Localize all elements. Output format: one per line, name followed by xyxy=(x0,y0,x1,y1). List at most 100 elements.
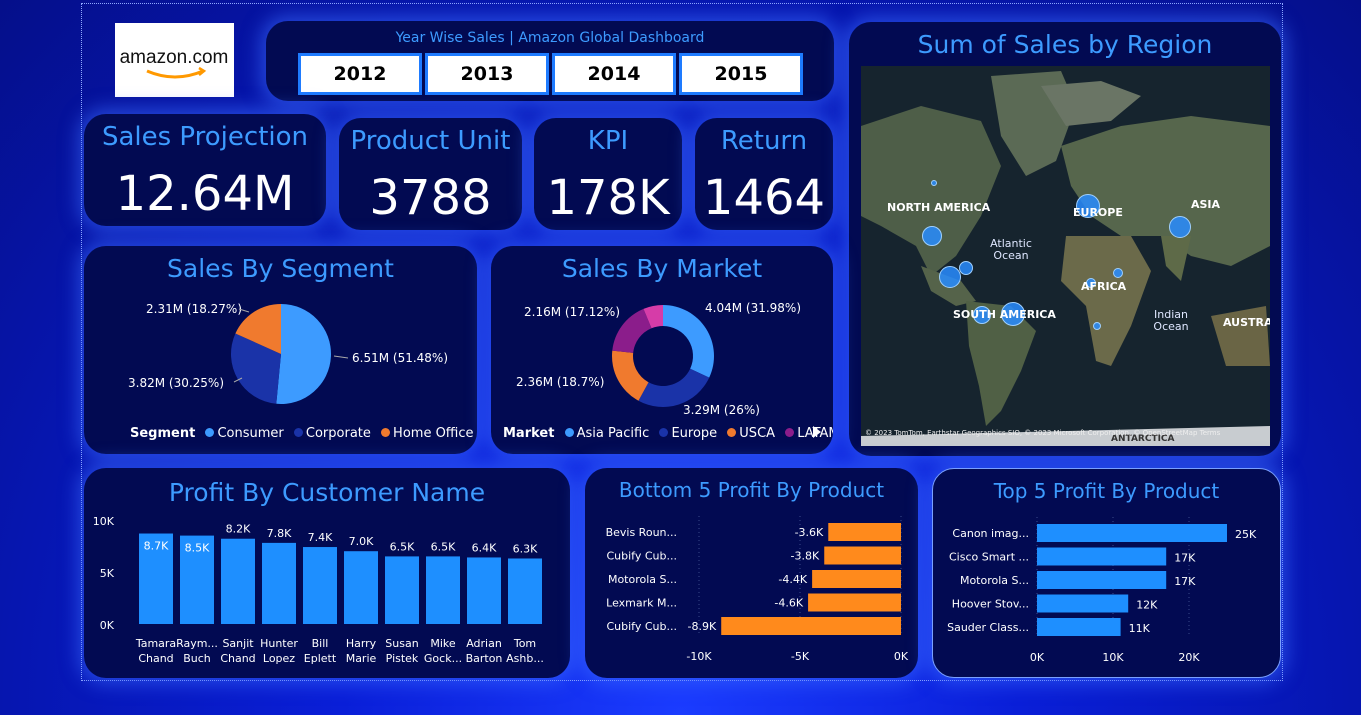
x-tick-label: Ashb... xyxy=(506,652,544,665)
donut-data-label: 3.29M (26%) xyxy=(683,403,760,417)
bar[interactable] xyxy=(1037,571,1167,589)
bar[interactable] xyxy=(1037,524,1227,542)
bar-data-label: 12K xyxy=(1136,599,1158,612)
ocean-label-indian: Indian Ocean xyxy=(1153,308,1189,333)
map-label-africa: AFRICA xyxy=(1081,280,1127,293)
bottom5-bar-chart[interactable]: -10K -5K 0K -3.6K Bevis Roun... -3.8K Cubify C… xyxy=(585,468,918,678)
y-tick-label: Lexmark M... xyxy=(606,597,677,610)
bar[interactable] xyxy=(828,523,901,541)
y-tick-label: Sauder Class... xyxy=(947,621,1029,634)
map-label-australia: AUSTRAL xyxy=(1223,316,1270,329)
region-bubble[interactable] xyxy=(959,261,973,275)
donut-data-label: 2.16M (17.12%) xyxy=(524,305,620,319)
x-tick-label: Sanjit xyxy=(222,637,254,650)
bar[interactable] xyxy=(262,542,296,624)
customer-chart-card: Profit By Customer Name 10K 5K 0K 8.7K Tamar… xyxy=(84,468,570,678)
map-label-south-america: SOUTH AMERICA xyxy=(953,308,1056,321)
pie-data-label: 2.31M (18.27%) xyxy=(146,302,242,316)
bar-data-label: -8.9K xyxy=(688,620,717,633)
donut-data-label: 2.36M (18.7%) xyxy=(516,375,604,389)
region-bubble[interactable] xyxy=(1093,322,1101,330)
bar-data-label: 11K xyxy=(1129,622,1151,635)
top5-bar-chart[interactable]: 0K 10K 20K 25K Canon imag... 17K Cisco Smart .… xyxy=(933,469,1281,678)
kpi-card-product-unit: Product Unit 3788 xyxy=(339,118,522,230)
world-map[interactable]: NORTH AMERICA EUROPE ASIA AFRICA SOUTH A… xyxy=(861,66,1270,446)
donut-slice[interactable] xyxy=(663,305,714,378)
top5-chart-card: Top 5 Profit By Product 0K 10K 20K 25K Canon… xyxy=(932,468,1281,678)
bar[interactable] xyxy=(508,558,542,624)
y-tick-label: Cubify Cub... xyxy=(606,620,677,633)
region-bubble[interactable] xyxy=(931,180,937,186)
x-tick-label: 10K xyxy=(1102,651,1124,664)
donut-slice[interactable] xyxy=(638,368,710,407)
year-button-2014[interactable]: 2014 xyxy=(552,53,676,95)
bar[interactable] xyxy=(808,593,901,612)
bottom5-chart-card: Bottom 5 Profit By Product -10K -5K 0K -3.6… xyxy=(585,468,918,678)
bar-data-label: 6.5K xyxy=(390,540,415,553)
bar-data-label: 6.3K xyxy=(513,542,538,555)
x-tick-label: -10K xyxy=(686,650,712,663)
region-bubble[interactable] xyxy=(939,266,961,288)
segment-legend-title: Segment xyxy=(130,426,196,441)
x-tick-label: Buch xyxy=(183,652,211,665)
legend-home-office[interactable]: Home Office xyxy=(393,426,473,441)
bar[interactable] xyxy=(303,547,337,624)
kpi-card-return: Return 1464 xyxy=(695,118,833,230)
bar-data-label: -3.6K xyxy=(795,526,824,539)
map-card: Sum of Sales by Region NORTH AMERICA EUR… xyxy=(849,22,1281,456)
y-tick-label: Motorola S... xyxy=(608,573,677,586)
customer-bar-chart[interactable]: 10K 5K 0K 8.7K Tamara Chand 8.5K Raym... Buch 8.2… xyxy=(84,468,570,678)
x-tick-label: 20K xyxy=(1178,651,1200,664)
bar[interactable] xyxy=(1037,594,1129,613)
x-tick-label: 0K xyxy=(894,650,909,663)
region-bubble[interactable] xyxy=(1113,268,1123,278)
bar-data-label: 17K xyxy=(1174,575,1196,588)
kpi-value: 178K xyxy=(546,170,670,226)
segment-pie[interactable]: 6.51M (51.48%) 3.82M (30.25%) 2.31M (18.27… xyxy=(84,246,477,454)
bar[interactable] xyxy=(221,538,255,624)
region-bubble[interactable] xyxy=(922,226,942,246)
logo-text: amazon.com xyxy=(120,47,229,68)
y-tick-label: Cubify Cub... xyxy=(606,550,677,563)
bar[interactable] xyxy=(344,551,378,624)
bar-data-label: 8.5K xyxy=(185,542,210,555)
x-tick-label: 0K xyxy=(1030,651,1045,664)
x-tick-label: Gock... xyxy=(424,652,462,665)
bar[interactable] xyxy=(824,546,901,565)
legend-corporate[interactable]: Corporate xyxy=(306,426,371,441)
x-tick-label: Barton xyxy=(466,652,503,665)
x-tick-label: Susan xyxy=(385,637,418,650)
bar[interactable] xyxy=(467,557,501,624)
legend-usca[interactable]: USCA xyxy=(739,426,775,441)
kpi-card-sales-projection: Sales Projection 12.64M xyxy=(84,114,326,226)
bar-data-label: 17K xyxy=(1174,552,1196,565)
map-attribution[interactable]: © 2023 TomTom, Earthstar Geographics SIO… xyxy=(865,429,1270,437)
market-legend: Market Asia Pacific Europe USCA LATAM xyxy=(503,426,833,441)
market-donut[interactable]: 4.04M (31.98%) 3.29M (26%) 2.36M (18.7%) 2.… xyxy=(491,246,833,454)
bar[interactable] xyxy=(721,617,901,635)
legend-consumer[interactable]: Consumer xyxy=(217,426,283,441)
legend-next-arrow-icon[interactable] xyxy=(813,426,821,438)
y-tick-label: 10K xyxy=(93,515,115,528)
bar[interactable] xyxy=(426,556,460,624)
y-tick-label: Motorola S... xyxy=(960,574,1029,587)
bar-data-label: 8.2K xyxy=(226,523,251,536)
kpi-value: 1464 xyxy=(702,170,826,226)
bar[interactable] xyxy=(1037,618,1121,636)
y-tick-label: Bevis Roun... xyxy=(606,526,677,539)
legend-europe[interactable]: Europe xyxy=(671,426,717,441)
kpi-label: Product Unit xyxy=(350,126,511,156)
pie-slice[interactable] xyxy=(276,304,332,404)
year-button-2012[interactable]: 2012 xyxy=(298,53,422,95)
legend-asia-pacific[interactable]: Asia Pacific xyxy=(577,426,650,441)
region-bubble[interactable] xyxy=(1169,216,1191,238)
year-button-2013[interactable]: 2013 xyxy=(425,53,549,95)
x-tick-label: Lopez xyxy=(263,652,295,665)
map-background xyxy=(861,66,1270,446)
bar[interactable] xyxy=(385,556,419,624)
bar[interactable] xyxy=(1037,547,1167,566)
bar-data-label: 8.7K xyxy=(144,540,169,553)
year-button-2015[interactable]: 2015 xyxy=(679,53,803,95)
bar[interactable] xyxy=(812,570,901,588)
x-tick-label: Tom xyxy=(513,637,536,650)
